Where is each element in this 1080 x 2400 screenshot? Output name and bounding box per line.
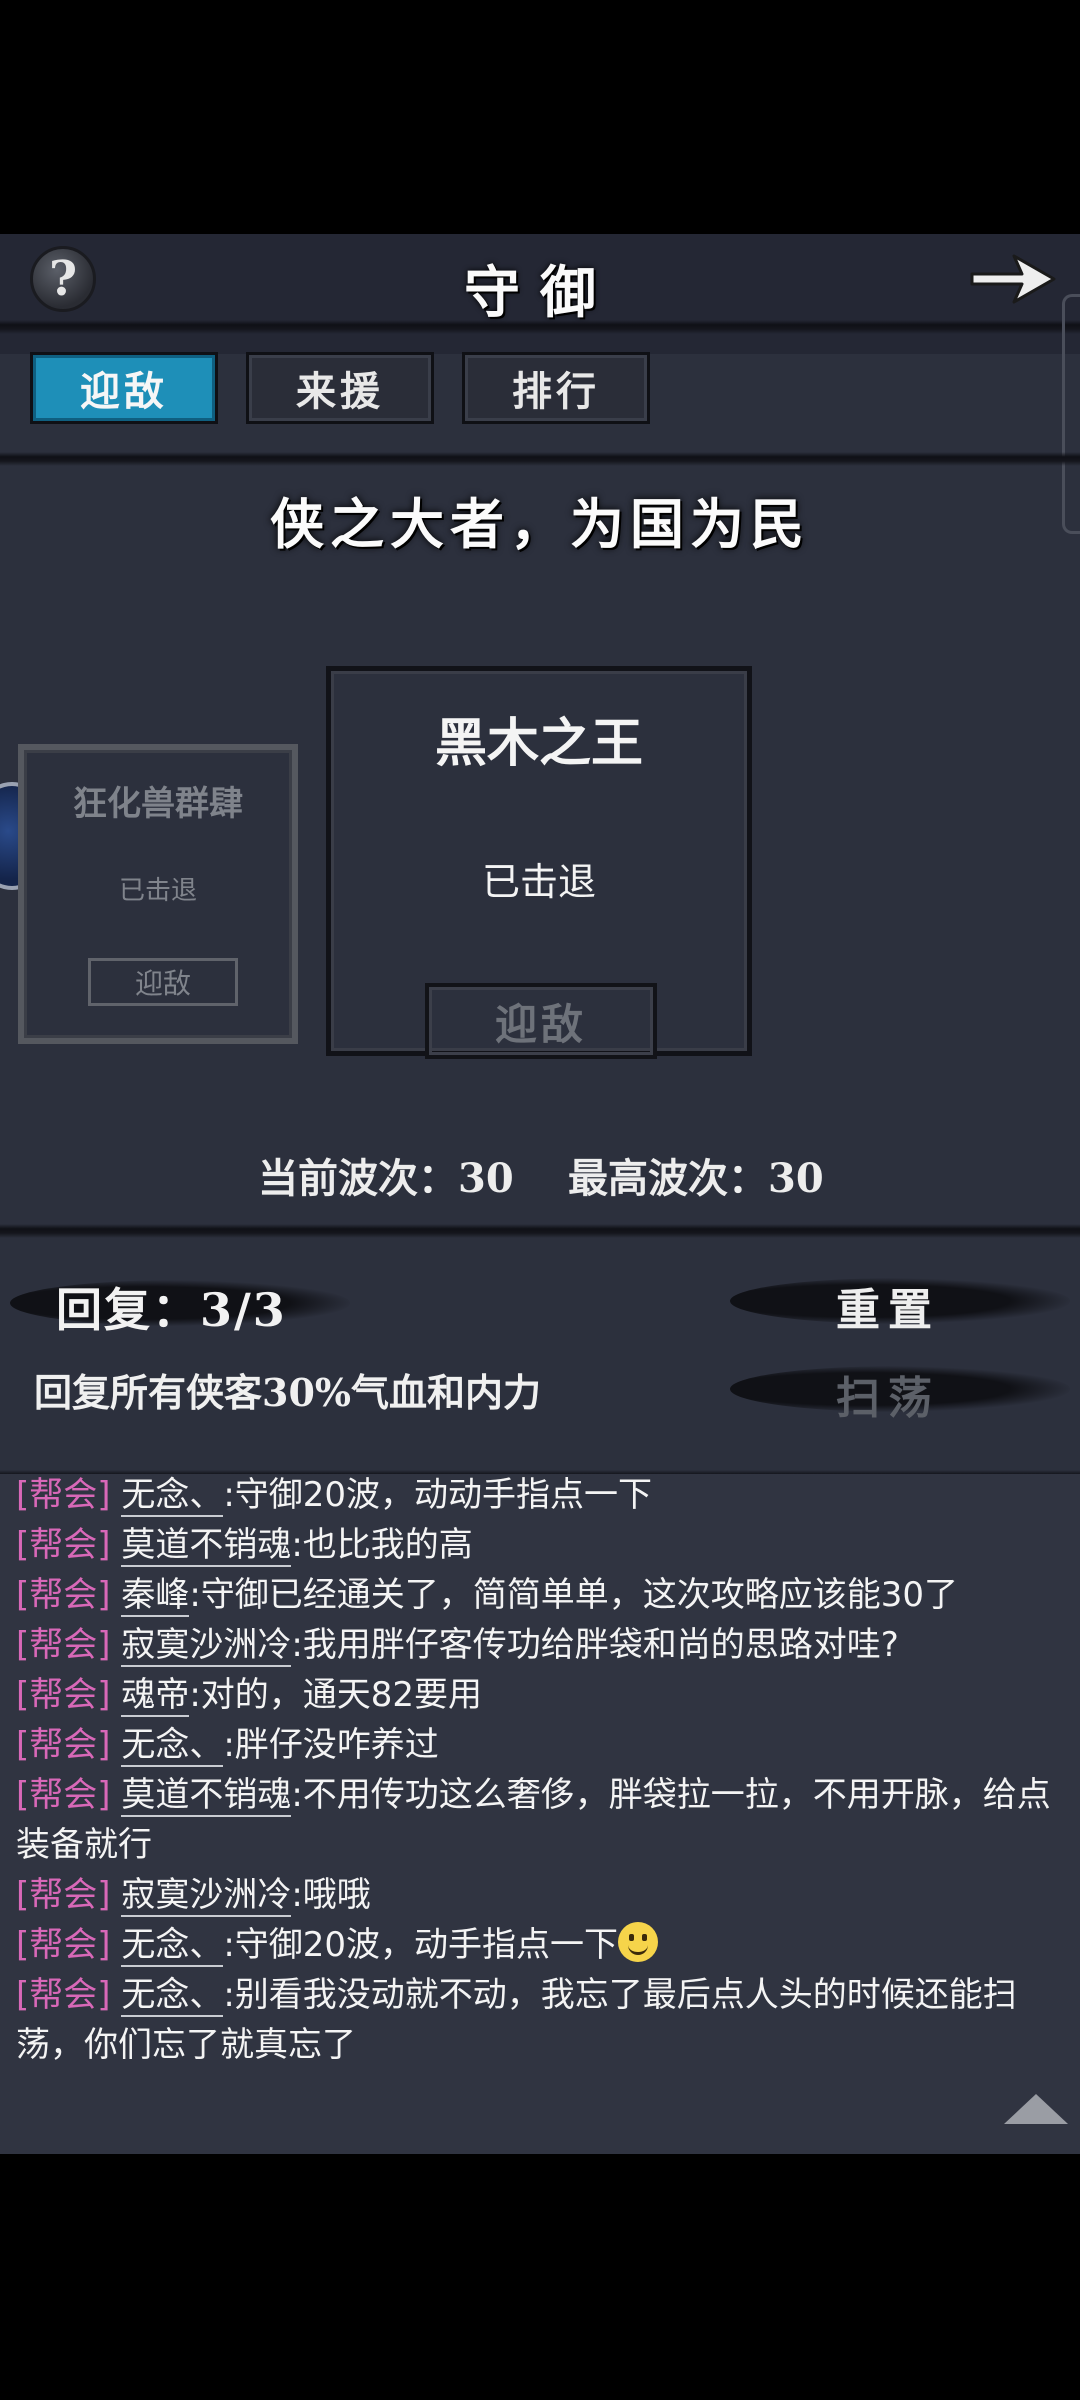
chat-user[interactable]: 魂帝 (121, 1675, 190, 1717)
chat-message: [帮会] 无念、:别看我没动就不动，我忘了最后点人头的时候还能扫荡，你们忘了就真… (16, 1970, 1056, 2070)
chat-user[interactable]: 无念、 (121, 1925, 224, 1967)
face-enemy-button[interactable]: 迎敌 (425, 983, 657, 1059)
reset-button[interactable]: 重置 (836, 1274, 940, 1338)
chat-text: :对的，通天82要用 (189, 1675, 483, 1715)
current-wave-label: 当前波次： (258, 1155, 458, 1202)
prev-face-enemy-button[interactable]: 迎敌 (88, 958, 238, 1006)
chat-message: [帮会] 寂寞沙洲冷:哦哦 (16, 1870, 1056, 1920)
scroll-up-icon[interactable] (1004, 2094, 1068, 2124)
current-wave-value: 30 (458, 1155, 514, 1202)
chat-message: [帮会] 秦峰:守御已经通关了，简简单单，这次攻略应该能30了 (16, 1570, 1056, 1620)
chat-tag: [帮会] (16, 1775, 111, 1815)
current-enemy-name: 黑木之王 (434, 714, 643, 774)
guild-chat[interactable]: [帮会] 无念、:守御20波，动动手指点一下 [帮会] 莫道不销魂:也比我的高 … (0, 1474, 1080, 2154)
chat-user[interactable]: 无念、 (121, 1975, 224, 2017)
tab-face-enemy[interactable]: 迎敌 (30, 352, 218, 424)
current-enemy-status: 已击退 (481, 860, 596, 904)
chat-message: [帮会] 无念、:胖仔没咋养过 (16, 1720, 1056, 1770)
chat-tag: [帮会] (16, 1525, 111, 1565)
chat-text: :守御20波，动手指点一下 (223, 1925, 619, 1965)
chat-text: :胖仔没咋养过 (223, 1725, 439, 1765)
sweep-button[interactable]: 扫荡 (836, 1362, 940, 1426)
chat-tag: [帮会] (16, 1725, 111, 1765)
chat-user[interactable]: 莫道不销魂 (121, 1775, 292, 1817)
chat-text: :我用胖仔客传功给胖袋和尚的思路对哇? (291, 1625, 899, 1665)
chat-tag: [帮会] (16, 1875, 111, 1915)
chat-tag: [帮会] (16, 1625, 111, 1665)
recover-description: 回复所有侠客30%气血和内力 (34, 1370, 541, 1415)
prev-enemy-name: 狂化兽群肆 (73, 784, 243, 824)
tabs-divider (0, 452, 1080, 466)
chat-user[interactable]: 无念、 (121, 1475, 224, 1517)
chat-tag: [帮会] (16, 1925, 111, 1965)
game-screen: ? 守御 迎敌 来援 排行 侠之大者，为国为民 狂化兽群肆 已击退 迎敌 黑木之… (0, 234, 1080, 2154)
chat-user[interactable]: 寂寞沙洲冷 (121, 1875, 292, 1917)
chat-text: :也比我的高 (291, 1525, 473, 1565)
header-bar: ? 守御 (0, 234, 1080, 354)
chat-user[interactable]: 莫道不销魂 (121, 1525, 292, 1567)
current-wave-card: 黑木之王 已击退 迎敌 (326, 666, 752, 1059)
chat-text: :守御20波，动动手指点一下 (223, 1475, 653, 1515)
chat-tag: [帮会] (16, 1475, 111, 1515)
chat-message: [帮会] 无念、:守御20波，动手指点一下 (16, 1920, 1056, 1970)
previous-wave-card[interactable]: 狂化兽群肆 已击退 迎敌 (18, 744, 298, 1044)
chat-user[interactable]: 寂寞沙洲冷 (121, 1625, 292, 1667)
tab-ranking[interactable]: 排行 (462, 352, 650, 424)
chat-text: :哦哦 (291, 1875, 371, 1915)
chat-message: [帮会] 寂寞沙洲冷:我用胖仔客传功给胖袋和尚的思路对哇? (16, 1620, 1056, 1670)
header-divider (0, 320, 1080, 334)
chat-user[interactable]: 无念、 (121, 1725, 224, 1767)
smiley-icon (618, 1922, 659, 1962)
chat-tag: [帮会] (16, 1575, 111, 1615)
page-title: 守御 (464, 260, 616, 326)
tab-reinforce[interactable]: 来援 (246, 352, 434, 424)
chat-messages: [帮会] 无念、:守御20波，动动手指点一下 [帮会] 莫道不销魂:也比我的高 … (16, 1474, 1056, 2070)
current-wave: 当前波次：30 (258, 1146, 514, 1204)
recover-label: 回复： (56, 1283, 200, 1337)
chat-tag: [帮会] (16, 1675, 111, 1715)
slogan-text: 侠之大者，为国为民 (270, 492, 810, 556)
arrow-right-icon[interactable] (966, 244, 1060, 314)
prev-enemy-status: 已击退 (118, 876, 197, 906)
recover-value: 3/3 (200, 1283, 287, 1337)
chat-tag: [帮会] (16, 1975, 111, 2015)
max-wave-label: 最高波次： (568, 1155, 768, 1202)
recover-count: 回复：3/3 (56, 1274, 287, 1340)
chat-user[interactable]: 秦峰 (121, 1575, 190, 1617)
max-wave: 最高波次：30 (568, 1146, 824, 1204)
waves-divider (0, 1224, 1080, 1238)
chat-text: :守御已经通关了，简简单单，这次攻略应该能30了 (189, 1575, 959, 1615)
chat-message: [帮会] 莫道不销魂:也比我的高 (16, 1520, 1056, 1570)
chat-message: [帮会] 莫道不销魂:不用传功这么奢侈，胖袋拉一拉，不用开脉，给点装备就行 (16, 1770, 1056, 1870)
max-wave-value: 30 (768, 1155, 824, 1202)
chat-message: [帮会] 魂帝:对的，通天82要用 (16, 1670, 1056, 1720)
chat-message: [帮会] 无念、:守御20波，动动手指点一下 (16, 1474, 1056, 1520)
